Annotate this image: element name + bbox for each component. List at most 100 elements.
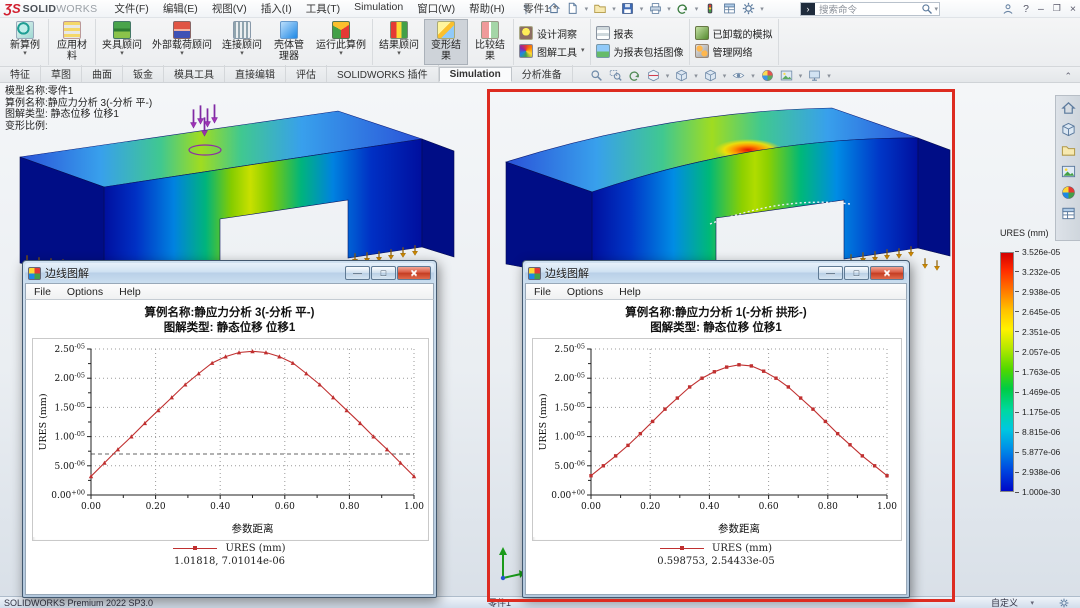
maximize-button[interactable]: □ [371,266,396,280]
open-icon[interactable] [592,2,608,16]
close-button[interactable]: ✕ [870,266,904,280]
fixtures-advisor-icon [113,21,131,39]
manage-network-button[interactable]: 管理网络 [695,44,773,59]
display-style-icon[interactable] [703,69,718,82]
fea-model-arched-beam[interactable] [492,88,962,288]
deformed-result-button[interactable]: 变形结 果 [424,19,468,65]
zoom-fit-icon[interactable] [589,69,604,82]
menu-编辑E[interactable]: 编辑(E) [156,0,205,17]
probe-chart[interactable]: 0.000.200.400.600.801.000.00+005.00-061.… [33,339,428,537]
rebuild-icon[interactable] [702,2,718,16]
menu-窗口W[interactable]: 窗口(W) [410,0,462,17]
collapse-ribbon-icon[interactable]: ⌃ [1064,71,1072,82]
tab-模具工具[interactable]: 模具工具 [164,65,225,82]
section-view-icon[interactable] [646,69,661,82]
menu-插入I[interactable]: 插入(I) [254,0,299,17]
file-explorer-icon[interactable] [1059,141,1078,160]
dialog-menu-help[interactable]: Help [111,286,149,298]
offloaded-simulation-button[interactable]: 已卸载的模拟 [695,26,773,41]
dialog-menu-options[interactable]: Options [559,286,611,298]
legend-value-row: 1.469e-05 [1015,388,1060,397]
fixtures-advisor-button[interactable]: 夹具顾问▾ [97,19,147,65]
dialog-title-bar[interactable]: 边线图解 — □ ✕ [525,263,907,283]
probe-chart[interactable]: 0.000.200.400.600.801.000.00+005.00-061.… [533,339,901,537]
run-this-study-button[interactable]: 运行此算例▾ [311,19,371,65]
maximize-button[interactable]: □ [844,266,869,280]
menu-文件F[interactable]: 文件(F) [107,0,155,17]
new-study-button[interactable]: 新算例▾ [3,19,47,65]
connections-advisor-button[interactable]: 连接顾问▾ [217,19,267,65]
dialog-menu-file[interactable]: File [526,286,559,298]
button-label: 比较结 果 [475,40,505,62]
appearance-ball-icon[interactable] [1059,183,1078,202]
dialog-menu-bar: FileOptionsHelp [25,283,434,300]
result-color-legend[interactable]: URES (mm) 3.526e-053.232e-052.938e-052.6… [1000,228,1060,497]
design-library-icon[interactable] [1059,120,1078,139]
external-loads-advisor-button[interactable]: 外部载荷顾问▾ [147,19,217,65]
dialog-title-bar[interactable]: 边线图解 — □ ✕ [25,263,434,283]
include-image-for-report-button[interactable]: 为报表包括图像 [596,44,684,59]
report-button[interactable]: 报表 [596,26,684,41]
search-box[interactable]: › 搜索命令 ▾ [800,2,940,16]
undo-icon[interactable] [675,2,691,16]
dialog-menu-help[interactable]: Help [611,286,649,298]
tab-Simulation[interactable]: Simulation [439,67,512,82]
options-gear-icon[interactable] [740,2,756,16]
close-button[interactable]: × [1070,3,1076,15]
appearances-icon[interactable] [1059,162,1078,181]
probe-plot-dialog-right[interactable]: 边线图解 — □ ✕ FileOptionsHelp 算例名称:静应力分析 1(… [522,260,910,598]
search-input[interactable]: 搜索命令 [815,2,921,16]
tab-钣金[interactable]: 钣金 [123,65,164,82]
shell-manager-button[interactable]: 壳体管 理器 [267,19,311,65]
tab-特征[interactable]: 特征 [0,65,41,82]
status-gear-icon[interactable] [1058,598,1070,608]
caret-icon[interactable]: ▾ [1030,599,1034,607]
restore-button[interactable]: ❐ [1053,3,1061,14]
button-label: 应用材 料 [57,40,87,62]
help-button[interactable]: ? [1023,3,1029,15]
results-advisor-button[interactable]: 结果顾问▾ [374,19,424,65]
button-label: 变形结 果 [431,40,461,62]
tab-草图[interactable]: 草图 [41,65,82,82]
menu-Simulation[interactable]: Simulation [347,0,410,17]
dialog-menu-options[interactable]: Options [59,286,111,298]
custom-properties-icon[interactable] [1059,204,1078,223]
home-icon[interactable] [1059,99,1078,118]
zoom-area-icon[interactable] [608,69,623,82]
scene-icon[interactable] [779,69,794,82]
hide-show-items-icon[interactable] [731,69,746,82]
search-magnifier-icon[interactable] [921,3,933,15]
apply-material-button[interactable]: 应用材 料 [50,19,94,65]
previous-view-icon[interactable] [627,69,642,82]
probe-plot-dialog-left[interactable]: 边线图解 — □ ✕ FileOptionsHelp 算例名称:静应力分析 3(… [22,260,437,598]
tab-分析准备[interactable]: 分析准备 [512,65,573,82]
minimize-button[interactable]: – [1038,3,1044,15]
tab-直接编辑[interactable]: 直接编辑 [225,65,286,82]
minimize-button[interactable]: — [345,266,370,280]
user-icon[interactable] [1002,3,1014,15]
tab-SOLIDWORKS 插件[interactable]: SOLIDWORKS 插件 [327,65,439,82]
menu-视图V[interactable]: 视图(V) [205,0,254,17]
status-custom-label[interactable]: 自定义 [991,596,1018,608]
design-insight-button[interactable]: 设计洞察 [519,26,585,41]
properties-icon[interactable] [721,2,737,16]
legend-value: 2.938e-05 [1022,287,1060,297]
svg-text:0.20: 0.20 [640,502,660,512]
tab-评估[interactable]: 评估 [286,65,327,82]
save-icon[interactable] [620,2,636,16]
minimize-button[interactable]: — [818,266,843,280]
print-icon[interactable] [647,2,663,16]
svg-text:URES (mm): URES (mm) [38,393,49,450]
menu-帮助H[interactable]: 帮助(H) [462,0,512,17]
search-caret-icon[interactable]: ▾ [934,5,938,13]
tab-曲面[interactable]: 曲面 [82,65,123,82]
close-button[interactable]: ✕ [397,266,431,280]
plot-tools-button[interactable]: 图解工具▾ [519,44,585,59]
dialog-menu-file[interactable]: File [26,286,59,298]
compare-results-button[interactable]: 比较结 果 [468,19,512,65]
view-orientation-cube-icon[interactable] [674,69,689,82]
view-settings-monitor-icon[interactable] [807,69,822,82]
appearance-ball-icon[interactable] [760,69,775,82]
new-document-icon[interactable] [565,2,581,16]
menu-工具T[interactable]: 工具(T) [299,0,347,17]
